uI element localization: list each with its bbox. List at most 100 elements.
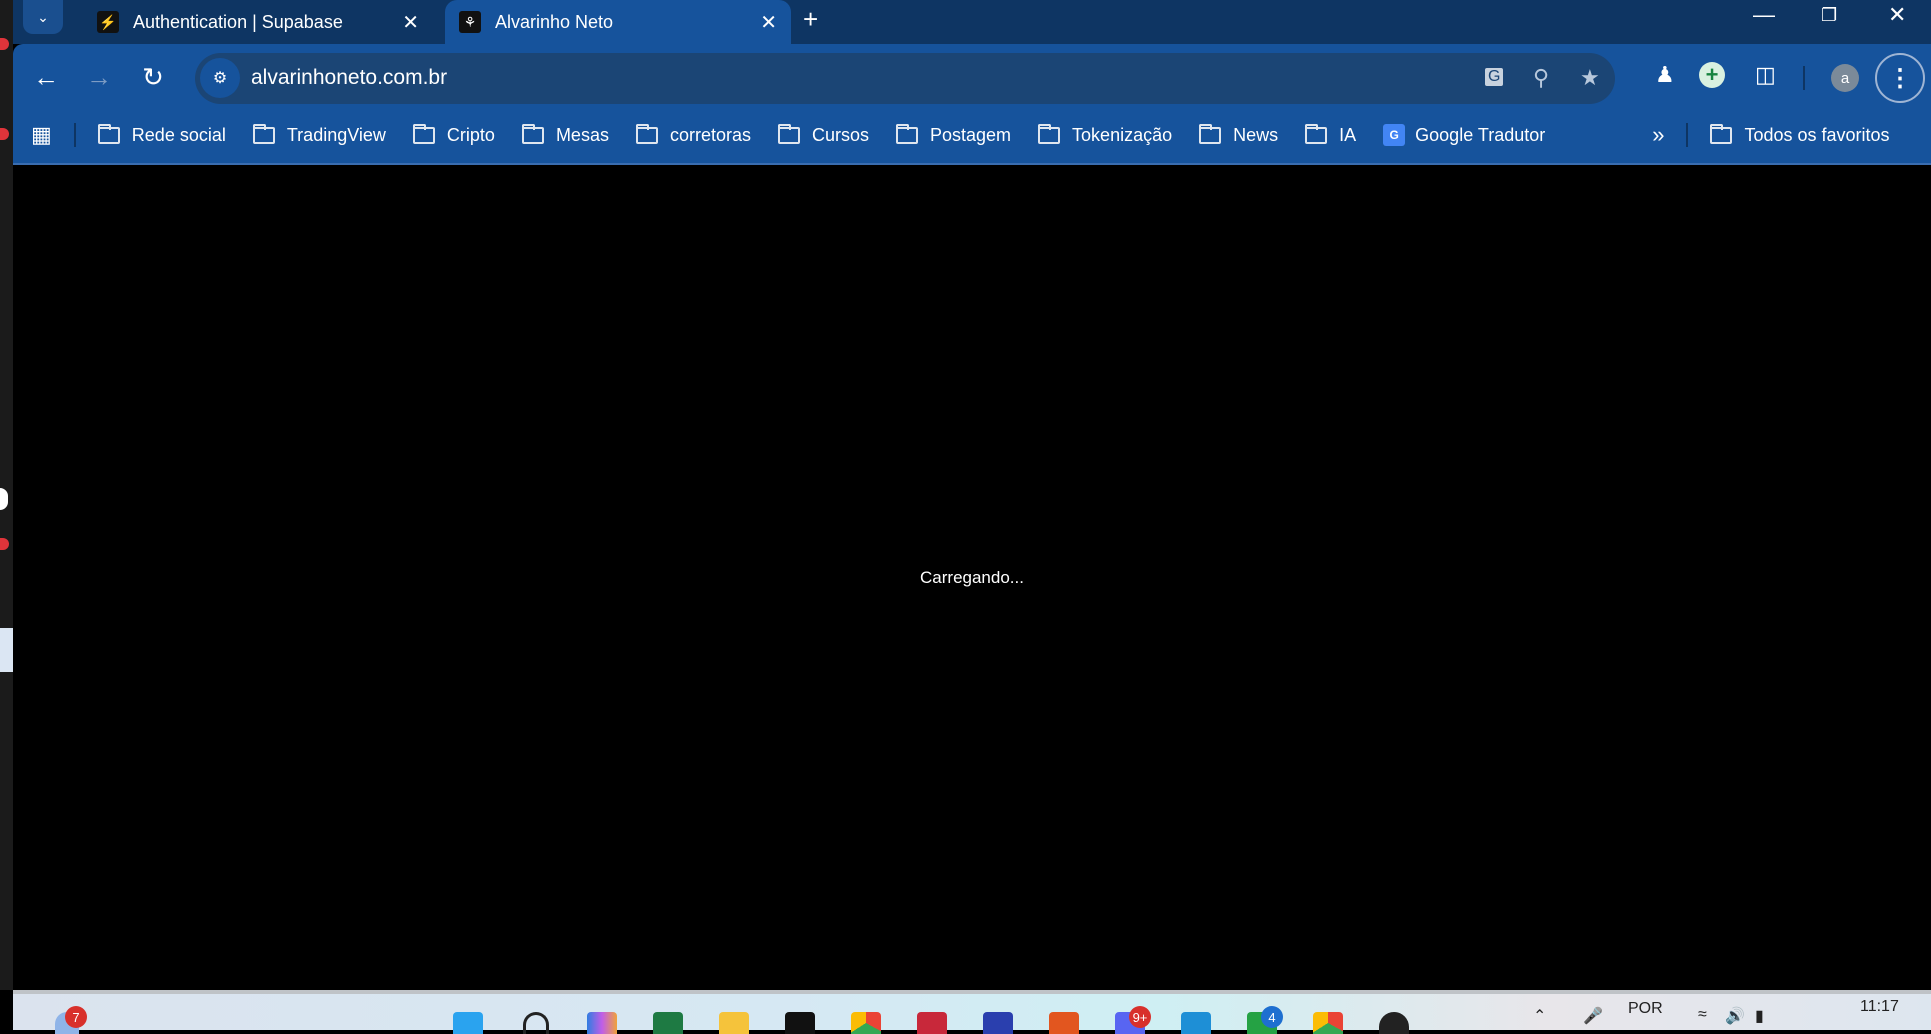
tradingview-icon[interactable] bbox=[785, 1012, 815, 1034]
bookmark-rede-social[interactable]: Rede social bbox=[97, 123, 226, 146]
reload-button[interactable]: ↻ bbox=[135, 62, 171, 93]
bookmark-label: Cripto bbox=[446, 124, 495, 145]
close-window-button[interactable]: ✕ bbox=[1888, 0, 1906, 30]
apps-grid-icon[interactable]: ▦ bbox=[31, 122, 52, 148]
wifi-icon[interactable]: ≈ bbox=[1698, 1006, 1707, 1024]
loading-text: Carregando... bbox=[920, 568, 1024, 587]
tab-supabase[interactable]: ⚡ Authentication | Supabase ✕ bbox=[83, 0, 433, 44]
bookmark-label: TradingView bbox=[286, 124, 386, 145]
bookmark-corretoras[interactable]: corretoras bbox=[635, 123, 751, 146]
search-icon[interactable] bbox=[523, 1012, 549, 1034]
folder-icon bbox=[1710, 123, 1733, 144]
excel-icon[interactable] bbox=[653, 1012, 683, 1034]
notification-dot bbox=[0, 128, 9, 140]
chevron-down-icon: ⌄ bbox=[37, 8, 49, 25]
zoom-out-icon[interactable]: ⚲ bbox=[1533, 65, 1549, 91]
translate-icon[interactable]: G bbox=[1485, 68, 1504, 86]
folder-icon bbox=[777, 123, 800, 144]
profile-avatar[interactable]: a bbox=[1831, 64, 1859, 92]
bookmark-tokenizacao[interactable]: Tokenização bbox=[1038, 123, 1173, 146]
close-tab-icon[interactable]: ✕ bbox=[760, 10, 777, 35]
bookmark-cripto[interactable]: Cripto bbox=[412, 123, 495, 146]
folder-icon bbox=[521, 123, 544, 144]
bookmark-label: Google Tradutor bbox=[1415, 124, 1546, 145]
windows-taskbar: 7 9+ 4 ⌃ 🎤 POR ≈ 🔊 ▮ 11:17 bbox=[13, 990, 1931, 1034]
bookmark-news[interactable]: News bbox=[1199, 123, 1279, 146]
robot-extension-icon[interactable]: ♟ bbox=[1655, 62, 1675, 88]
bookmark-label: corretoras bbox=[669, 124, 751, 145]
browser-window: ⌄ ⚡ Authentication | Supabase ✕ ⚘ Alvari… bbox=[13, 0, 1931, 990]
tab-title: Authentication | Supabase bbox=[133, 11, 343, 32]
site-info-icon[interactable]: ⚙ bbox=[200, 58, 240, 98]
bookmark-label: Postagem bbox=[930, 124, 1012, 145]
folder-icon bbox=[1038, 123, 1061, 144]
app-icon[interactable] bbox=[983, 1012, 1013, 1034]
app-icon[interactable] bbox=[917, 1012, 947, 1034]
folder-icon bbox=[1199, 123, 1222, 144]
new-tab-button[interactable]: + bbox=[803, 4, 818, 35]
bookmark-label: Tokenização bbox=[1072, 124, 1173, 145]
background-panel bbox=[0, 628, 13, 672]
back-button[interactable]: ← bbox=[28, 62, 64, 93]
tab-search-button[interactable]: ⌄ bbox=[23, 0, 63, 34]
obs-icon[interactable] bbox=[1379, 1012, 1409, 1034]
copilot-icon[interactable] bbox=[587, 1012, 617, 1034]
tab-title: Alvarinho Neto bbox=[495, 11, 614, 32]
bookmarks-bar: ▦ Rede social TradingView Cripto Mesas c… bbox=[13, 110, 1931, 160]
more-bookmarks-chevron-icon[interactable]: » bbox=[1652, 122, 1664, 148]
bookmark-ia[interactable]: IA bbox=[1305, 123, 1356, 146]
app-icon[interactable] bbox=[1181, 1012, 1211, 1034]
background-window-edge bbox=[0, 0, 13, 990]
bookmark-cursos[interactable]: Cursos bbox=[777, 123, 869, 146]
folder-icon bbox=[97, 123, 120, 144]
add-extension-icon[interactable]: + bbox=[1699, 62, 1725, 88]
tab-strip: ⌄ ⚡ Authentication | Supabase ✕ ⚘ Alvari… bbox=[13, 0, 1931, 44]
bookmarks-divider bbox=[1686, 123, 1689, 147]
whatsapp-icon[interactable]: 4 bbox=[1247, 1006, 1283, 1034]
bookmark-tradingview[interactable]: TradingView bbox=[252, 123, 386, 146]
bookmark-label: Cursos bbox=[811, 124, 869, 145]
all-bookmarks-button[interactable]: Todos os favoritos bbox=[1710, 123, 1890, 146]
bookmark-label: News bbox=[1233, 124, 1279, 145]
notification-dot bbox=[0, 538, 9, 550]
folder-icon bbox=[635, 123, 658, 144]
minimize-button[interactable]: — bbox=[1753, 0, 1775, 30]
address-bar[interactable]: ⚙ alvarinhoneto.com.br G ⚲ ★ bbox=[195, 53, 1615, 104]
bookmark-postagem[interactable]: Postagem bbox=[896, 123, 1012, 146]
volume-icon[interactable]: 🔊 bbox=[1725, 1006, 1745, 1026]
close-tab-icon[interactable]: ✕ bbox=[402, 10, 419, 35]
url-text[interactable]: alvarinhoneto.com.br bbox=[251, 66, 447, 90]
supabase-bolt-icon: ⚡ bbox=[97, 11, 119, 33]
notification-dot bbox=[0, 38, 9, 50]
bookmark-star-icon[interactable]: ★ bbox=[1580, 65, 1600, 91]
folder-icon bbox=[1305, 123, 1328, 144]
tab-alvarinho-neto[interactable]: ⚘ Alvarinho Neto ✕ bbox=[445, 0, 791, 44]
google-translate-icon: G bbox=[1383, 124, 1406, 146]
chrome-profile-icon[interactable] bbox=[1313, 1012, 1343, 1034]
folder-icon bbox=[896, 123, 918, 144]
bookmark-label: Rede social bbox=[131, 124, 226, 145]
bookmark-label: Todos os favoritos bbox=[1744, 124, 1890, 145]
chrome-icon[interactable] bbox=[851, 1012, 881, 1034]
chrome-menu-button[interactable]: ⋮ bbox=[1875, 53, 1925, 103]
widgets-badge: 7 bbox=[65, 1006, 87, 1028]
clock-time[interactable]: 11:17 bbox=[1860, 998, 1899, 1016]
discord-badge: 9+ bbox=[1129, 1006, 1151, 1028]
widgets-icon[interactable]: 7 bbox=[55, 1006, 87, 1034]
discord-icon[interactable]: 9+ bbox=[1115, 1006, 1151, 1034]
battery-icon[interactable]: ▮ bbox=[1755, 1006, 1764, 1026]
windows-start-icon[interactable] bbox=[453, 1012, 483, 1034]
restore-button[interactable]: ❐ bbox=[1821, 0, 1837, 30]
bookmark-mesas[interactable]: Mesas bbox=[521, 123, 609, 146]
bookmark-google-tradutor[interactable]: G Google Tradutor bbox=[1383, 124, 1545, 146]
bookmarks-divider bbox=[73, 123, 76, 147]
toolbar: ← → ↻ ⚙ alvarinhoneto.com.br G ⚲ ★ ♟ + ◫… bbox=[13, 44, 1931, 165]
file-explorer-icon[interactable] bbox=[719, 1012, 749, 1034]
anydesk-icon[interactable] bbox=[1049, 1012, 1079, 1034]
microphone-icon[interactable]: 🎤 bbox=[1583, 1006, 1603, 1026]
extensions-puzzle-icon[interactable]: ◫ bbox=[1755, 62, 1776, 88]
forward-button[interactable]: → bbox=[81, 62, 117, 93]
folder-icon bbox=[252, 123, 275, 144]
language-indicator[interactable]: POR bbox=[1628, 1000, 1663, 1018]
show-hidden-icons-chevron-icon[interactable]: ⌃ bbox=[1533, 1006, 1546, 1026]
